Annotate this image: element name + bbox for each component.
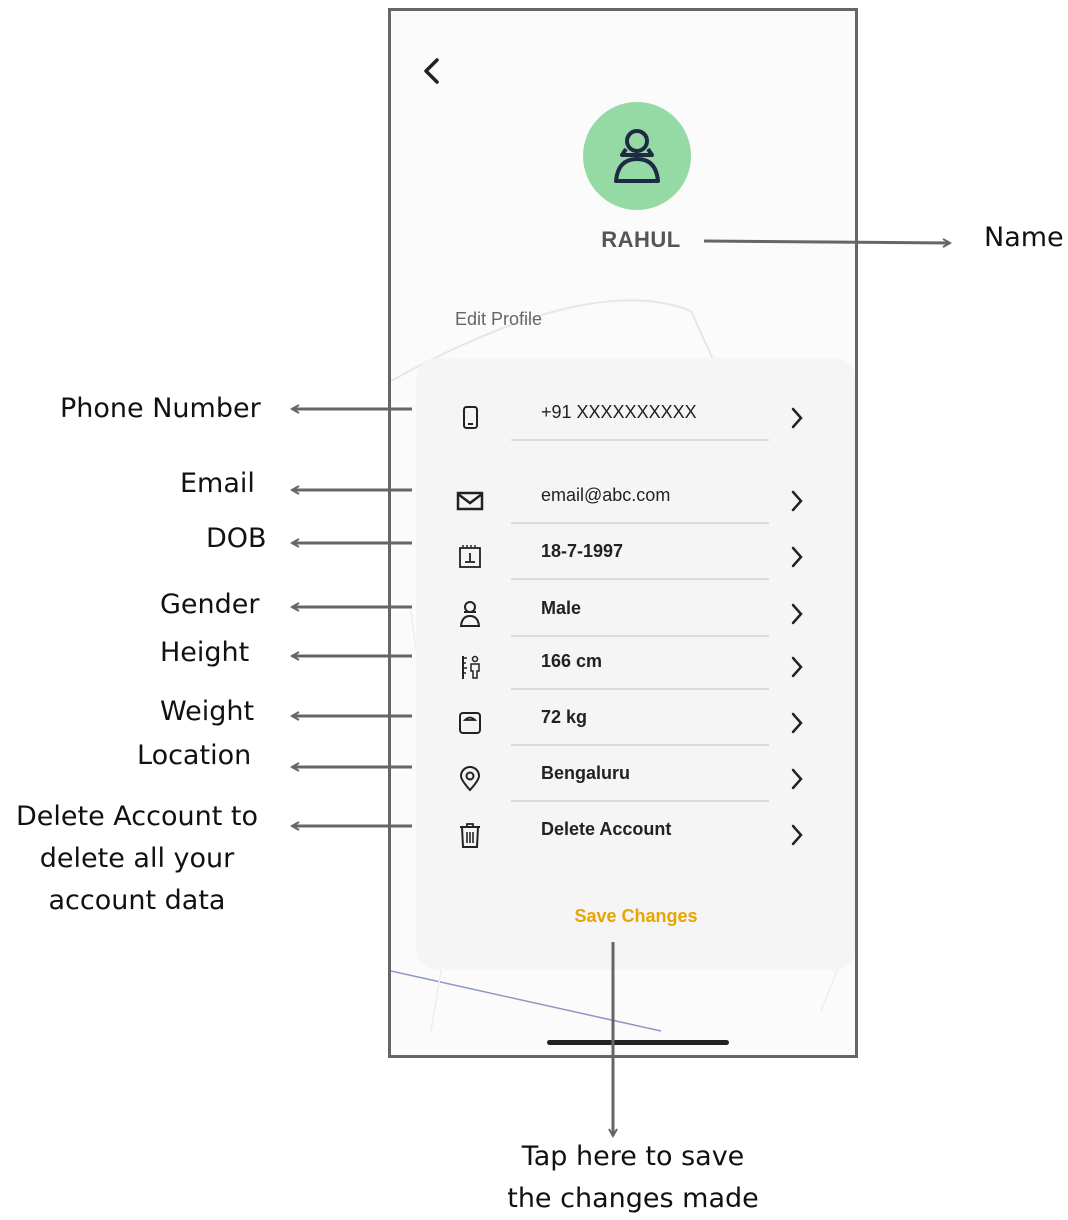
annotation-save-line: the changes made [507,1183,759,1214]
annotation-delete-line: delete all your [39,843,235,874]
annotation-delete-line: account data [48,885,226,916]
annotation-gender: Gender [160,589,260,620]
annotation-email: Email [180,468,255,499]
annotation-save-line: Tap here to save [521,1141,745,1172]
annotation-name: Name [984,222,1064,253]
annotation-phone: Phone Number [60,393,261,424]
annotation-location: Location [137,740,252,771]
annotation-weight: Weight [160,696,255,727]
arrow-name [703,241,950,243]
annotation-dob: DOB [206,523,267,554]
annotation-height: Height [160,637,250,668]
annotation-delete-line: Delete Account to [16,801,258,832]
annotation-delete: Delete Account to delete all your accoun… [4,796,270,922]
annotation-save: Tap here to save the changes made [483,1136,783,1220]
